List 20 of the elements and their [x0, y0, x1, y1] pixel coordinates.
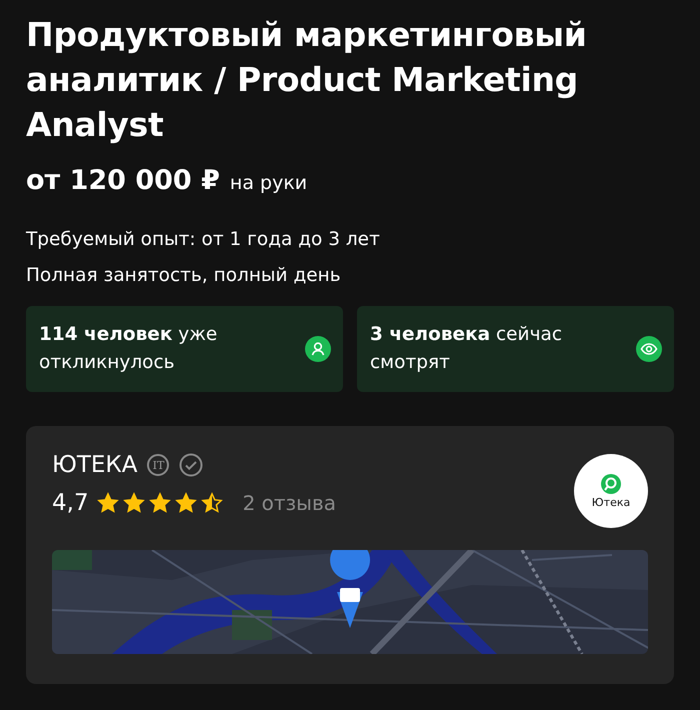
vacancy-detail: Требуемый опыт: от 1 года до 3 лет — [26, 228, 381, 252]
stat-text: 114 человек уже откликнулось — [39, 323, 218, 375]
person-icon — [305, 336, 331, 362]
star-icon — [122, 492, 145, 514]
salary-note: на руки — [230, 172, 308, 194]
star-icon — [148, 492, 171, 514]
reviews-link[interactable]: 2 отзыва — [242, 491, 336, 515]
logo-icon — [601, 474, 621, 494]
salary: от 120 000 ₽ — [26, 165, 220, 196]
vacancy-title: Продуктовый маркетинговый аналитик / Product Marketing Analyst — [26, 14, 588, 146]
eye-icon — [636, 336, 662, 362]
star-icon — [174, 492, 197, 514]
it-badge: IT — [147, 454, 170, 476]
stat-text: 3 человека сейчас смотрят — [370, 323, 564, 375]
star-icon — [96, 492, 119, 514]
logo-text: Ютека — [592, 496, 630, 508]
vacancy-detail: Полная занятость, полный день — [26, 264, 342, 288]
rating-value: 4,7 — [52, 490, 89, 516]
star-icon — [200, 492, 223, 514]
company-name[interactable]: ЮТЕКА — [52, 452, 138, 478]
